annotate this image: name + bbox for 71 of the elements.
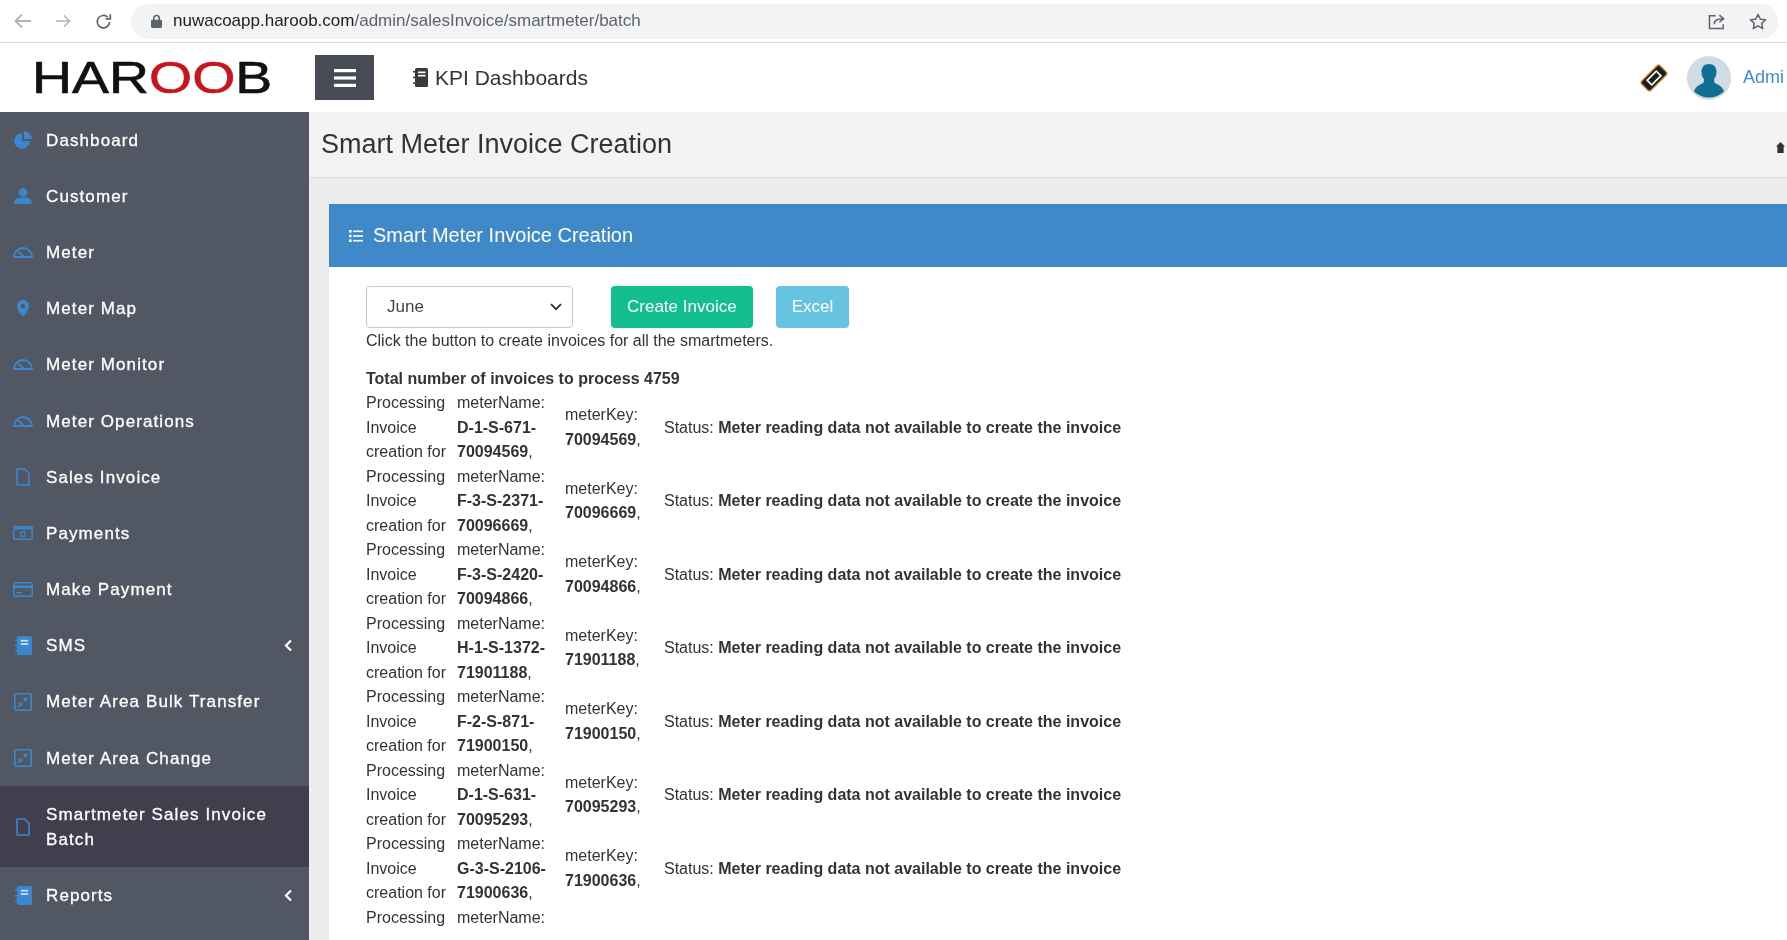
document-icon — [16, 468, 30, 487]
status-text: Status: Meter reading data not available to create the invoice — [664, 785, 1122, 805]
panel-title: Smart Meter Invoice Creation — [373, 224, 634, 247]
month-select[interactable]: June — [366, 286, 573, 328]
address-bar[interactable]: nuwacoapp.haroob.com/admin/salesInvoice/smartmeter/batch — [131, 3, 1778, 39]
user-name-link[interactable]: Admi — [1743, 67, 1787, 88]
gauge-icon — [13, 246, 33, 258]
meter-key-text: meterKey: 70096669, — [565, 478, 642, 524]
sidebar-item[interactable]: Meter — [0, 224, 309, 281]
sidebar-item[interactable]: Payments — [0, 505, 309, 562]
status-text: Status: Meter reading data not available to create the invoice — [664, 638, 1122, 658]
sidebar-item[interactable]: Sales Invoice — [0, 449, 309, 506]
action-text: Processing Invoice creation for — [366, 834, 448, 903]
status-text: Status: Meter reading data not available to create the invoice — [664, 491, 1122, 511]
banknote-icon — [13, 526, 33, 541]
lock-icon — [151, 14, 162, 28]
compress-arrows-icon — [14, 749, 32, 768]
notebook-icon — [413, 68, 428, 87]
sidebar-item[interactable]: Reports — [0, 867, 309, 924]
compress-arrows-icon — [14, 692, 32, 711]
page-title: Smart Meter Invoice Creation — [321, 129, 674, 160]
sidebar-item[interactable]: Customer — [0, 168, 309, 225]
action-text: Processing Invoice creation for — [366, 760, 448, 830]
sidebar-item[interactable]: SMS — [0, 617, 309, 674]
total-count-text: Total number of invoices to process 4759 — [366, 369, 681, 389]
chevron-down-icon — [550, 303, 562, 311]
action-text: Processing Invoice creation for — [366, 613, 448, 683]
sidebar-item[interactable]: Make Payment — [0, 561, 309, 618]
logo[interactable]: HAROOB — [32, 55, 273, 100]
gauge-icon — [13, 415, 33, 427]
notebook-icon — [14, 886, 32, 906]
meter-key-text: meterKey: 71901188, — [565, 625, 641, 671]
menu-button[interactable] — [315, 55, 374, 100]
sidebar-item[interactable]: Meter Area Change — [0, 730, 309, 787]
meter-key-text: meterKey: 70095293, — [565, 772, 642, 818]
notebook-icon — [14, 636, 32, 656]
credit-card-icon — [13, 582, 33, 598]
meter-key-text: meterKey: 70094866, — [565, 552, 642, 597]
home-icon[interactable] — [1776, 142, 1785, 153]
reload-icon[interactable] — [95, 12, 112, 30]
gauge-icon — [13, 359, 33, 371]
meter-key-text: meterKey: 71900636, — [565, 846, 642, 891]
action-text: Processing Invoice creation for — [366, 540, 448, 609]
status-text: Status: Meter reading data not available to create the invoice — [664, 858, 1122, 879]
document-icon — [16, 817, 30, 836]
sidebar-item[interactable]: Meter Area Bulk Transfer — [0, 673, 309, 731]
meter-key-text: meterKey: 71900150, — [565, 699, 642, 744]
sidebar-item[interactable]: Meter Monitor — [0, 336, 309, 393]
share-icon[interactable] — [1708, 12, 1727, 30]
action-text: Processing — [366, 907, 447, 928]
menu-icon — [333, 68, 356, 87]
nav-link[interactable]: KPI Dashboards — [413, 65, 588, 90]
sidebar-item[interactable]: Meter Map — [0, 280, 309, 337]
meter-name-text: meterName: — [457, 907, 547, 928]
sidebar-item[interactable]: Meter Operations — [0, 392, 309, 450]
status-text: Status: Meter reading data not available to create the invoice — [664, 564, 1122, 585]
pie-chart-icon — [14, 131, 32, 150]
status-text: Status: Meter reading data not available to create the invoice — [664, 711, 1122, 732]
avatar-icon[interactable] — [1687, 55, 1731, 100]
hint-text: Click the button to create invoices for all the smartmeters. — [366, 331, 775, 351]
action-text: Processing Invoice creation for — [366, 687, 448, 756]
sidebar-item[interactable]: Smartmeter Sales Invoice Batch — [0, 786, 309, 868]
user-icon — [14, 188, 32, 205]
list-icon — [349, 229, 363, 242]
star-icon[interactable] — [1749, 12, 1767, 30]
meter-key-text: meterKey: 70094569, — [565, 405, 642, 450]
action-text: Processing Invoice creation for — [366, 466, 448, 536]
action-text: Processing Invoice creation for — [366, 393, 448, 462]
status-text: Status: Meter reading data not available to create the invoice — [664, 417, 1122, 438]
map-pin-icon — [17, 300, 29, 318]
sidebar-item[interactable]: Dashboard — [0, 112, 309, 169]
